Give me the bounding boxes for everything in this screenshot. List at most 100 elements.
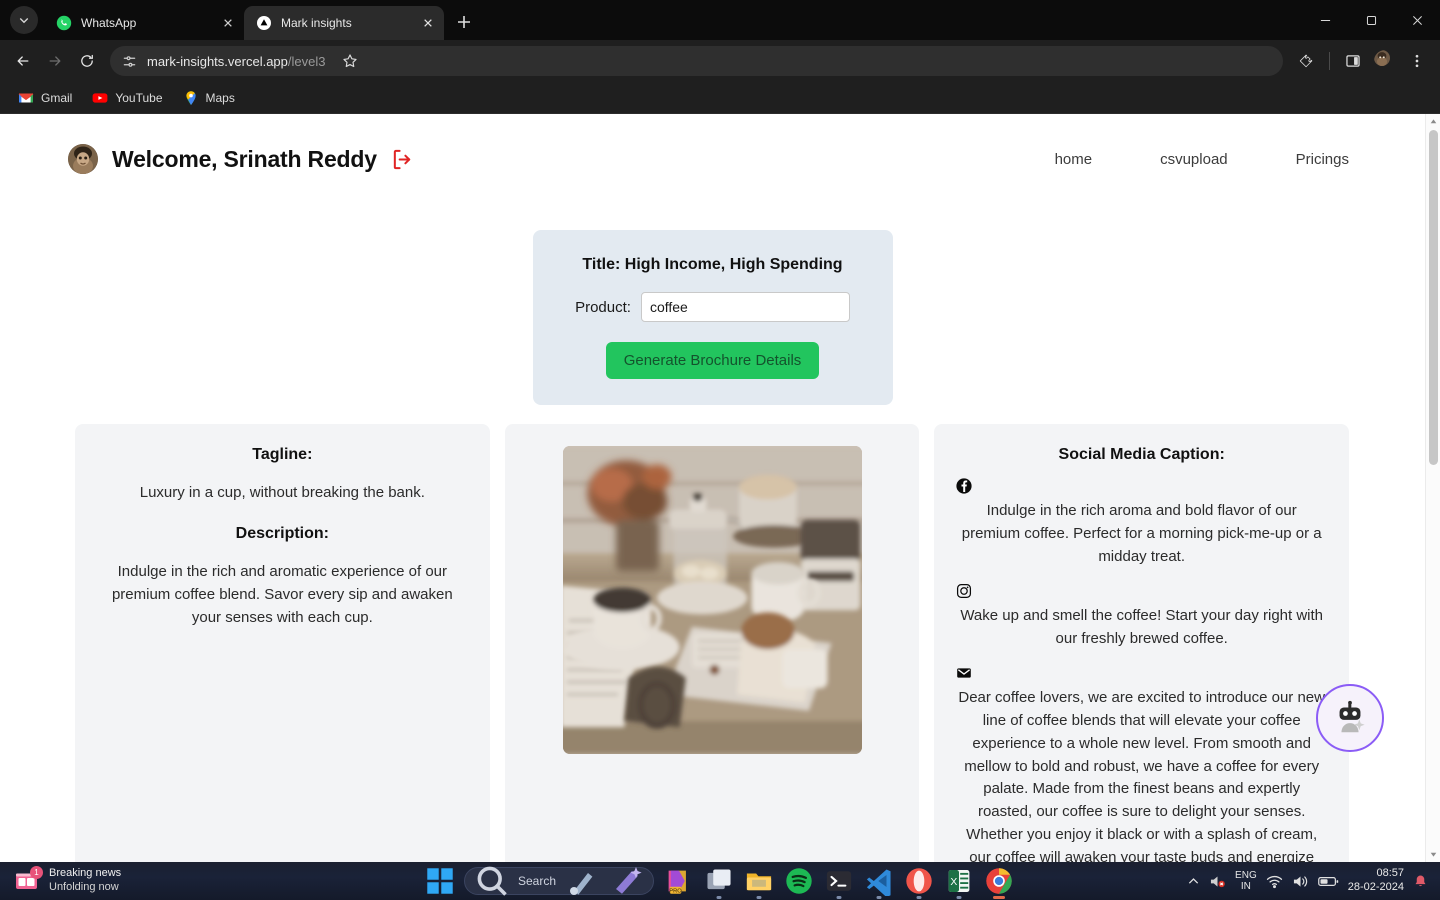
close-icon xyxy=(1412,15,1422,25)
microphone-muted-icon[interactable] xyxy=(1209,874,1226,889)
tagline-description-card: Tagline: Luxury in a cup, without breaki… xyxy=(75,424,490,862)
description-text: Indulge in the rich and aromatic experie… xyxy=(111,562,453,626)
side-panel-button[interactable] xyxy=(1338,46,1368,76)
tagline-heading: Tagline: xyxy=(252,446,313,463)
terminal-icon xyxy=(826,871,852,891)
taskbar-app-vscode[interactable] xyxy=(864,866,894,899)
chatbot-robot-icon xyxy=(1339,700,1365,733)
arrow-left-icon xyxy=(17,56,29,66)
language-line2: IN xyxy=(1240,881,1251,892)
scroll-down-button[interactable] xyxy=(1426,847,1440,862)
chatbot-button[interactable] xyxy=(1316,684,1384,752)
language-indicator[interactable]: ENG IN xyxy=(1235,870,1257,892)
product-input[interactable] xyxy=(640,292,850,322)
site-settings-icon[interactable] xyxy=(122,54,137,69)
three-dot-menu-icon xyxy=(1415,54,1419,68)
forward-button[interactable] xyxy=(40,46,70,76)
close-window-button[interactable] xyxy=(1394,0,1440,40)
taskbar-app-excel[interactable]: X xyxy=(944,866,974,899)
news-widget[interactable]: 1 Breaking news Unfolding now xyxy=(0,866,400,895)
back-button[interactable] xyxy=(8,46,38,76)
volume-icon[interactable] xyxy=(1292,874,1309,889)
chrome-menu-button[interactable] xyxy=(1402,46,1432,76)
main-nav: home csvupload Pricings xyxy=(1055,151,1349,168)
scroll-up-button[interactable] xyxy=(1426,114,1440,129)
brochure-form-card: Title: High Income, High Spending Produc… xyxy=(532,230,893,405)
taskbar-search[interactable]: Search xyxy=(464,866,654,896)
taskbar-app-chrome[interactable] xyxy=(984,866,1014,899)
notification-bell-icon[interactable] xyxy=(1413,874,1428,889)
news-title: Breaking news xyxy=(49,867,122,880)
new-tab-button[interactable] xyxy=(450,8,478,36)
chrome-icon xyxy=(986,868,1012,894)
taskbar-app-terminal[interactable] xyxy=(824,866,854,899)
vercel-icon xyxy=(256,15,272,31)
wifi-icon[interactable] xyxy=(1266,874,1283,889)
bookmark-maps[interactable]: Maps xyxy=(175,86,243,110)
scrollbar-thumb[interactable] xyxy=(1429,130,1438,465)
windows-taskbar: 1 Breaking news Unfolding now Search PRO… xyxy=(0,862,1440,900)
news-subtitle: Unfolding now xyxy=(49,881,119,893)
social-media-card: Social Media Caption: Indulge in the ric… xyxy=(934,424,1350,862)
taskbar-app-copilot-pro[interactable]: PRO xyxy=(664,866,694,896)
nav-item-pricings[interactable]: Pricings xyxy=(1296,151,1349,168)
tab-mark-insights[interactable]: Mark insights xyxy=(244,6,444,40)
logout-icon[interactable] xyxy=(391,148,414,171)
news-badge: 1 xyxy=(30,866,43,879)
vscode-icon xyxy=(866,869,891,896)
user-avatar xyxy=(68,144,98,174)
tab-whatsapp[interactable]: WhatsApp xyxy=(44,6,244,40)
social-entry-instagram: Wake up and smell the coffee! Start your… xyxy=(956,583,1327,651)
bookmark-gmail[interactable]: Gmail xyxy=(10,86,80,110)
nav-item-home[interactable]: home xyxy=(1055,151,1093,168)
bookmark-youtube[interactable]: YouTube xyxy=(84,86,170,110)
browser-toolbar: mark-insights.vercel.app/level3 xyxy=(0,40,1440,82)
results-grid: Tagline: Luxury in a cup, without breaki… xyxy=(0,405,1425,862)
battery-icon[interactable] xyxy=(1317,875,1339,888)
windows-logo-icon xyxy=(427,868,453,894)
arrow-right-icon xyxy=(49,56,61,66)
tab-close-button[interactable] xyxy=(420,15,436,31)
side-panel-icon xyxy=(1346,55,1360,67)
system-tray: ENG IN 08:57 28-02-2024 xyxy=(1187,862,1440,900)
chevron-up-icon xyxy=(1188,877,1199,884)
window-controls xyxy=(1302,0,1440,40)
youtube-icon xyxy=(92,90,108,106)
taskbar-app-task-view[interactable] xyxy=(704,866,734,899)
social-entry-email: Dear coffee lovers, we are excited to in… xyxy=(956,665,1327,862)
address-bar[interactable]: mark-insights.vercel.app/level3 xyxy=(110,46,1283,76)
gmail-icon xyxy=(18,90,34,106)
tagline-text: Luxury in a cup, without breaking the ba… xyxy=(139,484,425,501)
profile-button[interactable] xyxy=(1370,46,1400,76)
tray-overflow-button[interactable] xyxy=(1187,875,1200,888)
brochure-image-card xyxy=(504,424,920,862)
plus-icon xyxy=(458,16,470,28)
email-caption: Dear coffee lovers, we are excited to in… xyxy=(958,688,1325,862)
chevron-up-icon xyxy=(1430,119,1436,124)
taskbar-clock[interactable]: 08:57 28-02-2024 xyxy=(1348,867,1404,895)
reload-icon xyxy=(81,54,93,67)
nav-item-csvupload[interactable]: csvupload xyxy=(1160,151,1228,168)
taskbar-app-file-explorer[interactable] xyxy=(744,866,774,899)
maximize-button[interactable] xyxy=(1348,0,1394,40)
minimize-button[interactable] xyxy=(1302,0,1348,40)
generate-brochure-button[interactable]: Generate Brochure Details xyxy=(605,342,820,379)
tab-search-button[interactable] xyxy=(10,6,38,34)
taskbar-app-opera[interactable] xyxy=(904,866,934,899)
page-title: Welcome, Srinath Reddy xyxy=(112,145,377,172)
start-button[interactable] xyxy=(426,867,454,895)
taskbar-app-spotify[interactable] xyxy=(784,866,814,896)
star-icon xyxy=(343,54,358,68)
web-page: Welcome, Srinath Reddy home csvupload Pr… xyxy=(0,114,1425,862)
reload-button[interactable] xyxy=(72,46,102,76)
close-icon xyxy=(224,19,232,27)
page-scrollbar[interactable] xyxy=(1425,114,1440,862)
description-heading: Description: xyxy=(235,524,329,542)
bookmarks-bar: Gmail YouTube Maps xyxy=(0,82,1440,114)
extensions-button[interactable] xyxy=(1291,46,1321,76)
tab-close-button[interactable] xyxy=(220,15,236,31)
maps-icon xyxy=(183,90,199,106)
bookmark-star-button[interactable] xyxy=(335,46,365,76)
sparkle-pen-icon xyxy=(615,867,642,894)
product-label: Product: xyxy=(575,298,631,316)
